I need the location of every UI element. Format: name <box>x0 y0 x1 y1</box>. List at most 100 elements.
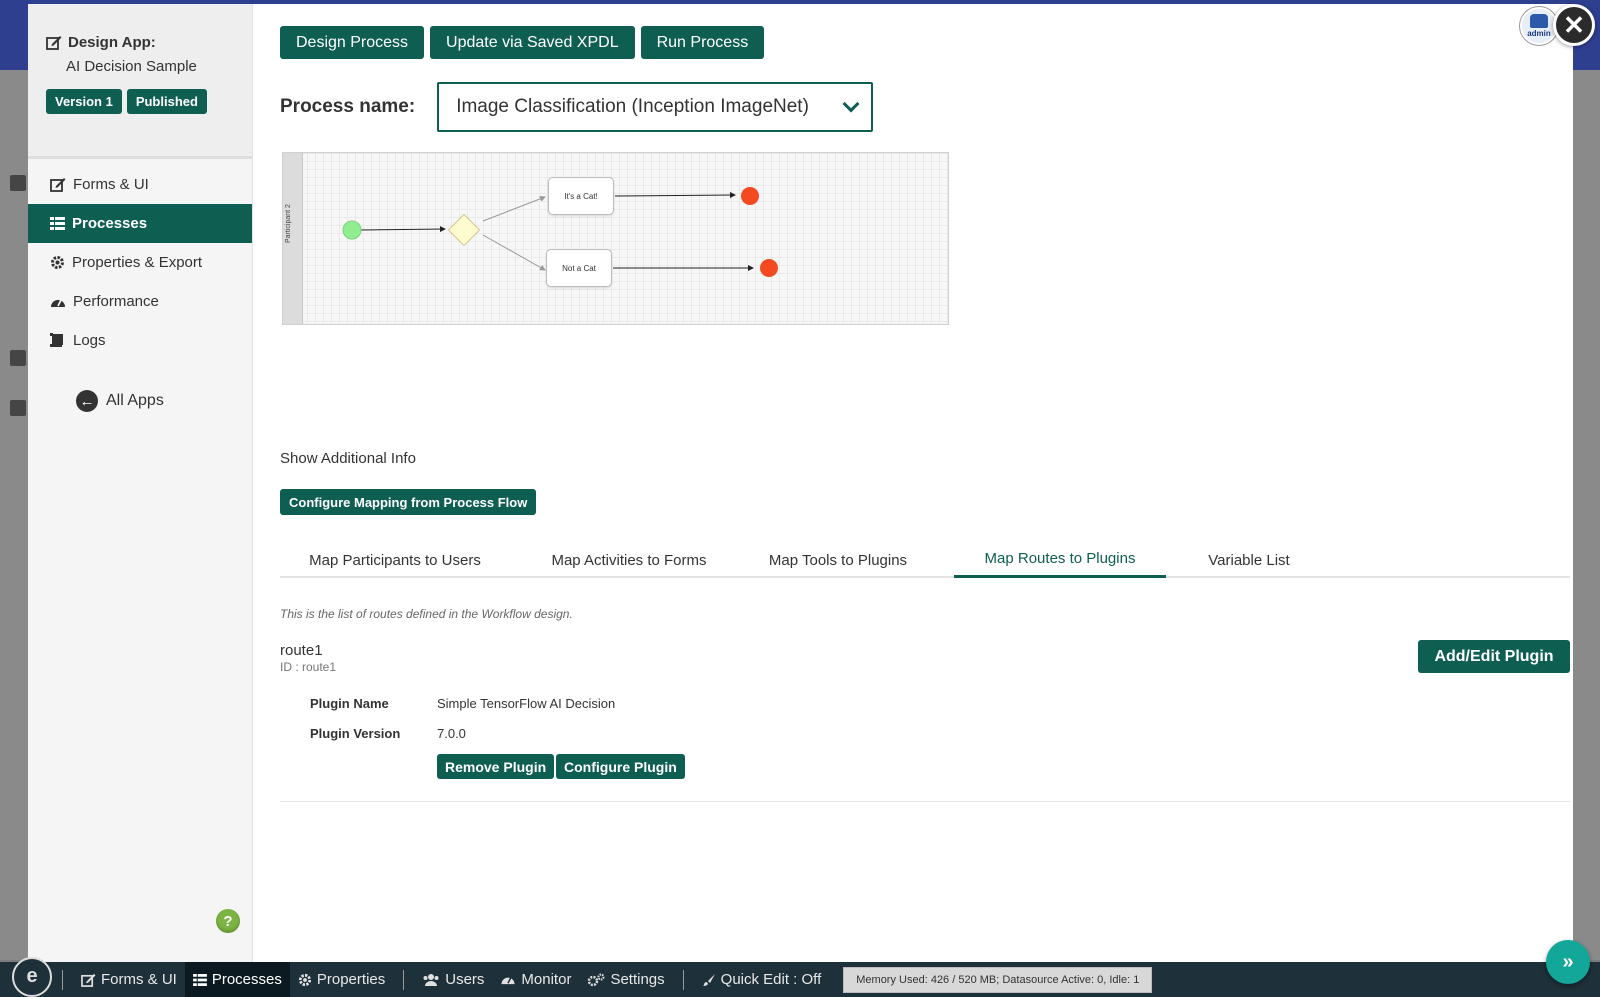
memory-status: Memory Used: 426 / 520 MB; Datasource Ac… <box>843 966 1153 993</box>
design-process-button[interactable]: Design Process <box>280 26 425 59</box>
flow-gateway-to-cat <box>482 196 546 222</box>
sidebar-item-label: Properties & Export <box>72 254 203 271</box>
toolbar-item-label: Properties <box>316 971 386 988</box>
sidebar-item-processes[interactable]: Processes <box>28 204 252 243</box>
toolbar-monitor[interactable]: Monitor <box>492 962 579 997</box>
published-badge: Published <box>126 89 207 114</box>
toolbar-properties[interactable]: Properties <box>290 962 393 997</box>
sidebar-item-label: Forms & UI <box>73 176 149 193</box>
toolbar-item-label: Processes <box>211 971 282 988</box>
flow-start-to-gateway <box>360 226 446 233</box>
process-diagram[interactable]: Participant 2 It's a Cat! Not a Cat <box>282 152 949 325</box>
sidebar-item-performance[interactable]: Performance <box>28 282 252 321</box>
app-title: Design App: <box>46 34 252 51</box>
diagram-flows <box>342 187 778 277</box>
configure-plugin-button[interactable]: Configure Plugin <box>556 754 685 779</box>
mapping-tabs: Map Participants to Users Map Activities… <box>280 542 1570 578</box>
background-chart-icon <box>10 350 26 366</box>
design-app-modal: Design App: AI Decision Sample Version 1… <box>28 4 1573 964</box>
routes-description: This is the list of routes defined in th… <box>280 607 573 621</box>
toolbar-quick-edit[interactable]: Quick Edit : Off <box>694 962 830 997</box>
task-label: Not a Cat <box>562 263 596 273</box>
background-right-panel <box>1570 70 1600 960</box>
sidebar-item-properties-export[interactable]: Properties & Export <box>28 243 252 282</box>
expand-toolbar-button[interactable]: » <box>1546 940 1590 984</box>
add-edit-plugin-button[interactable]: Add/Edit Plugin <box>1418 640 1570 673</box>
sidebar-item-logs[interactable]: Logs <box>28 321 252 360</box>
background-image-icon <box>10 175 26 191</box>
process-actions: Design Process Update via Saved XPDL Run… <box>280 26 765 59</box>
list-icon <box>192 973 207 986</box>
toolbar-item-label: Forms & UI <box>101 971 177 988</box>
background-sidebar <box>0 70 30 960</box>
arrow-left-circle-icon: ← <box>76 390 98 412</box>
remove-plugin-button[interactable]: Remove Plugin <box>437 754 555 779</box>
task-not-a-cat[interactable]: Not a Cat <box>546 249 612 287</box>
route-name: route1 <box>280 642 323 659</box>
all-apps-link[interactable]: ← All Apps <box>76 390 252 412</box>
joget-logo-icon[interactable]: e <box>12 956 52 997</box>
process-selected-value: Image Classification (Inception ImageNet… <box>456 96 809 117</box>
configure-mapping-button[interactable]: Configure Mapping from Process Flow <box>280 489 537 515</box>
edit-icon <box>46 36 62 50</box>
sidebar-item-forms-ui[interactable]: Forms & UI <box>28 165 252 204</box>
users-icon <box>423 974 439 986</box>
toolbar-separator <box>403 969 405 990</box>
list-icon <box>50 217 65 230</box>
end-event-not-cat[interactable] <box>760 259 778 277</box>
gear-icon <box>51 256 64 269</box>
scroll-icon <box>50 333 63 347</box>
end-event-cat[interactable] <box>741 187 759 205</box>
process-name-row: Process name: Image Classification (Ince… <box>280 82 874 132</box>
route-id: ID : route1 <box>280 660 337 674</box>
dashboard-icon <box>501 977 515 985</box>
show-additional-info-link[interactable]: Show Additional Info <box>280 450 416 467</box>
toolbar-forms-ui[interactable]: Forms & UI <box>73 962 185 997</box>
sidebar: Design App: AI Decision Sample Version 1… <box>28 4 253 964</box>
all-apps-label: All Apps <box>106 392 164 409</box>
process-name-label: Process name: <box>280 96 416 117</box>
app-name: AI Decision Sample <box>66 58 197 75</box>
gears-icon <box>588 973 605 986</box>
tab-variable-list[interactable]: Variable List <box>1196 542 1302 578</box>
background-user-icon <box>10 400 26 416</box>
process-name-select[interactable]: Image Classification (Inception ImageNet… <box>437 82 874 132</box>
help-icon[interactable]: ? <box>216 909 240 933</box>
section-divider <box>280 801 1570 802</box>
toolbar-item-label: Quick Edit : Off <box>720 971 822 988</box>
run-process-button[interactable]: Run Process <box>640 26 765 59</box>
start-event[interactable] <box>342 220 362 240</box>
toolbar-item-label: Monitor <box>521 971 572 988</box>
sidebar-item-label: Processes <box>72 215 148 232</box>
toolbar-separator <box>62 969 63 990</box>
plugin-version-label: Plugin Version <box>310 726 401 741</box>
dashboard-icon <box>51 299 65 307</box>
task-label: It's a Cat! <box>564 191 598 201</box>
tab-map-participants[interactable]: Map Participants to Users <box>290 542 500 578</box>
app-badges: Version 1 Published <box>46 89 252 114</box>
sidebar-item-label: Performance <box>73 293 159 310</box>
decision-gateway[interactable] <box>447 213 481 247</box>
tab-map-tools[interactable]: Map Tools to Plugins <box>754 542 922 578</box>
toolbar-item-label: Users <box>445 971 485 988</box>
tab-map-routes[interactable]: Map Routes to Plugins <box>954 542 1166 578</box>
plugin-name-value: Simple TensorFlow AI Decision <box>437 696 616 711</box>
tab-map-activities[interactable]: Map Activities to Forms <box>530 542 728 578</box>
toolbar-users[interactable]: Users <box>414 962 492 997</box>
toolbar-separator <box>682 969 684 990</box>
sidebar-nav: Forms & UI Processes Properties & Export… <box>28 165 252 360</box>
version-badge[interactable]: Version 1 <box>46 89 122 114</box>
plugin-name-label: Plugin Name <box>310 696 389 711</box>
toolbar-settings[interactable]: Settings <box>579 962 672 997</box>
close-icon: ✕ <box>1563 9 1585 40</box>
gear-icon <box>298 973 311 986</box>
flow-cat-to-end <box>614 192 736 199</box>
toolbar-processes[interactable]: Processes <box>184 962 290 997</box>
app-title-text: Design App: <box>68 34 156 51</box>
sidebar-item-label: Logs <box>73 332 106 349</box>
bottom-toolbar: e Forms & UI Processes Properties Users … <box>0 956 1600 997</box>
close-modal-button[interactable]: ✕ <box>1553 4 1595 46</box>
edit-icon <box>50 178 66 192</box>
task-its-a-cat[interactable]: It's a Cat! <box>548 177 614 215</box>
update-xpdl-button[interactable]: Update via Saved XPDL <box>430 26 635 59</box>
